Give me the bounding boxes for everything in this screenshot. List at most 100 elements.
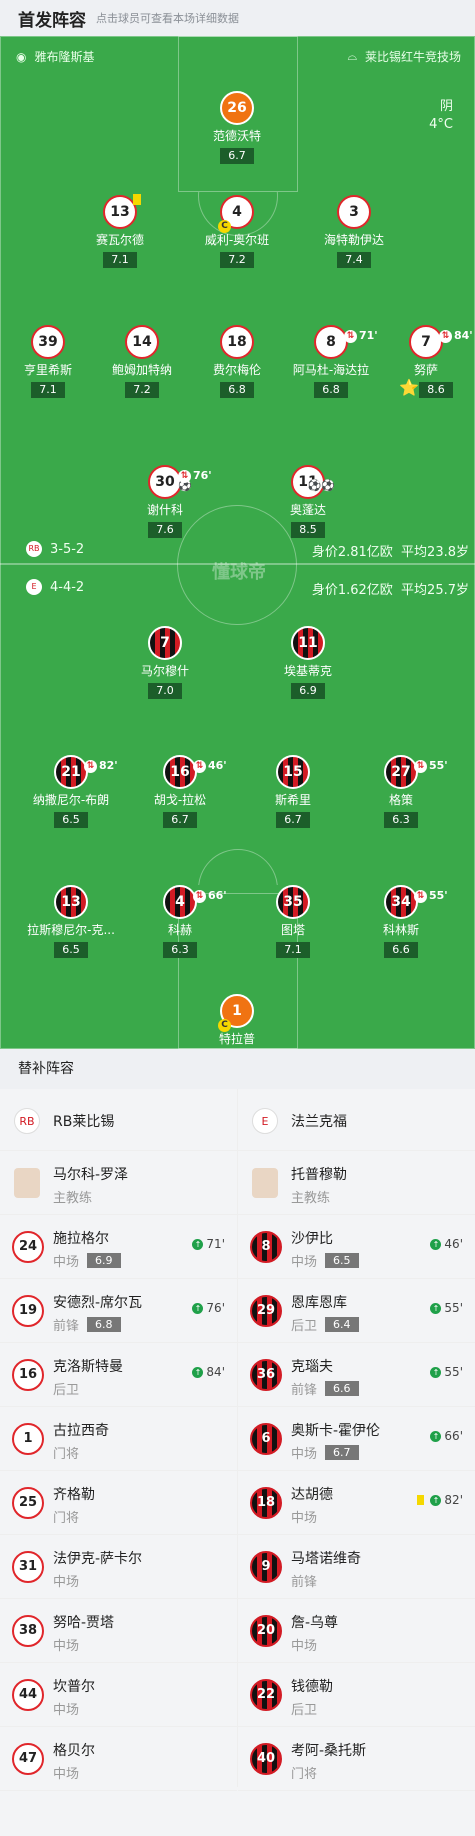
player-marker[interactable]: 4 C 威利-奥尔班 7.2 [187, 195, 287, 268]
player-marker[interactable]: 13 拉斯穆尼尔-克... 6.5 [21, 885, 121, 958]
player-name: 施拉格尔 [53, 1231, 109, 1247]
jersey-number: 34 ⇅ 55' [384, 885, 448, 919]
player-name: 费尔梅伦 [212, 363, 261, 377]
player-marker[interactable]: 4 ⇅ 66' 科赫 6.3 [130, 885, 230, 958]
player-name: 恩库恩库 [291, 1295, 347, 1311]
bench-player-row[interactable]: 8 沙伊比 中场 6.5 ↑ 46' [238, 1215, 475, 1279]
bench-team-header[interactable]: E 法兰克福 [238, 1089, 475, 1151]
jersey-number: 4 ⇅ 66' [163, 885, 227, 919]
bench-player-row[interactable]: 29 恩库恩库 后卫 6.4 ↑ 55' [238, 1279, 475, 1343]
captain-icon: C [218, 1019, 231, 1032]
bench-player-row[interactable]: 44 坎普尔 中场 [0, 1663, 237, 1727]
player-name: 埃基蒂克 [283, 664, 332, 678]
bench-player-row[interactable]: 18 达胡德 中场 ↑ 82' [238, 1471, 475, 1535]
player-marker[interactable]: 11 ⚽⚽ 奥蓬达 8.5 [258, 465, 358, 538]
player-position: 中场 6.7 [291, 1443, 359, 1462]
bench-player-row[interactable]: 20 詹-乌尊 中场 [238, 1599, 475, 1663]
bench-player-row[interactable]: 6 奥斯卡-霍伊伦 中场 6.7 ↑ 66' [238, 1407, 475, 1471]
player-position: 中场 [291, 1511, 318, 1526]
player-rating: 7.4 [337, 252, 371, 268]
player-marker[interactable]: 1C特拉普6.5 [187, 994, 287, 1049]
away-formation-info: E 4-4-2 身价1.62亿欧 平均25.7岁 [0, 579, 475, 599]
player-name: 詹-乌尊 [291, 1615, 339, 1631]
bench-player-row[interactable]: 9 马塔诺维奇 前锋 [238, 1535, 475, 1599]
player-marker[interactable]: 27 ⇅ 55' 格策 6.3 [351, 755, 451, 828]
player-name: 斯希里 [274, 793, 311, 807]
player-name: 鲍姆加特纳 [111, 363, 172, 377]
bench-player-row[interactable]: 36 克瑙夫 前锋 6.6 ↑ 55' [238, 1343, 475, 1407]
jersey-number: 14 [125, 325, 159, 359]
player-position: 后卫 [53, 1383, 80, 1398]
player-rating: 6.3 [163, 942, 197, 958]
bench-player-row[interactable]: 31 法伊克-萨卡尔 中场 [0, 1535, 237, 1599]
bench-player-row[interactable]: 22 钱德勒 后卫 [238, 1663, 475, 1727]
player-rating: 6.4 [325, 1317, 359, 1332]
bench-player-row[interactable]: 16 克洛斯特曼 后卫 ↑ 84' [0, 1343, 237, 1407]
player-rating: 6.8 [314, 382, 348, 398]
player-marker[interactable]: 26 范德沃特 6.7 [187, 91, 287, 164]
player-marker[interactable]: 15 斯希里 6.7 [243, 755, 343, 828]
player-name: 努萨 [413, 363, 438, 377]
jersey-number: 39 [31, 325, 65, 359]
player-name: 马塔诺维奇 [291, 1551, 361, 1567]
player-marker[interactable]: 30 ⚽ ⇅ 76' 谢什科 7.6 [115, 465, 215, 538]
player-marker[interactable]: 34 ⇅ 55' 科林斯 6.6 [351, 885, 451, 958]
player-marker[interactable]: 18 费尔梅伦 6.8 [187, 325, 287, 398]
jersey-number: 13 [103, 194, 141, 229]
player-marker[interactable]: 8 ⇅ 71' 阿马杜-海达拉 6.8 [281, 325, 381, 398]
bench-player-row[interactable]: 40 考阿-桑托斯 门将 [238, 1727, 475, 1791]
player-marker[interactable]: 16 ⇅ 46' 胡戈-拉松 6.7 [130, 755, 230, 828]
substitution-time: ↑ 84' [192, 1365, 225, 1379]
bench-player-row[interactable]: 19 安德烈-席尔瓦 前锋 6.8 ↑ 76' [0, 1279, 237, 1343]
player-rating: 6.8 [87, 1317, 121, 1332]
substitution-time: ↑ 55' [430, 1301, 463, 1315]
jersey-number: 1 [12, 1423, 44, 1455]
player-marker[interactable]: 11 埃基蒂克 6.9 [258, 626, 358, 699]
player-rating: 6.7 [325, 1445, 359, 1460]
coach-row[interactable]: 马尔科-罗泽 主教练 [0, 1151, 237, 1215]
jersey-number: 31 [12, 1551, 44, 1583]
sub-on-icon: ↑ [430, 1366, 442, 1378]
player-marker[interactable]: 7 马尔穆什 7.0 [115, 626, 215, 699]
coach-role: 主教练 [53, 1191, 93, 1206]
jersey-number: 16 ⇅ 46' [163, 755, 227, 789]
player-rating: 7.1 [276, 942, 310, 958]
player-marker[interactable]: 7 ⇅ 84' 努萨 ⭐ 8.6 [376, 325, 475, 398]
bench-player-row[interactable]: 24 施拉格尔 中场 6.9 ↑ 71' [0, 1215, 237, 1279]
bench-player-row[interactable]: 25 齐格勒 门将 [0, 1471, 237, 1535]
player-name: 法伊克-萨卡尔 [53, 1551, 143, 1567]
bench-team-header[interactable]: RB RB莱比锡 [0, 1089, 237, 1151]
player-position: 后卫 6.4 [291, 1315, 359, 1334]
coach-avatar [14, 1168, 40, 1198]
player-marker[interactable]: 14 鲍姆加特纳 7.2 [92, 325, 192, 398]
jersey-number: 47 [12, 1743, 44, 1775]
jersey-number: 25 [12, 1487, 44, 1519]
player-marker[interactable]: 35 图塔 7.1 [243, 885, 343, 958]
player-name: 坎普尔 [53, 1679, 95, 1695]
venue-label: ⌓ 莱比锡红牛竞技场 [347, 49, 461, 64]
bench-player-row[interactable]: 1 古拉西奇 门将 [0, 1407, 237, 1471]
bench-player-row[interactable]: 38 努哈-贾塔 中场 [0, 1599, 237, 1663]
player-rating: 7.2 [220, 252, 254, 268]
jersey-number: 21 ⇅ 82' [54, 755, 118, 789]
player-marker[interactable]: 13 赛瓦尔德 7.1 [70, 194, 170, 268]
player-marker[interactable]: 21 ⇅ 82' 纳撒尼尔-布朗 6.5 [21, 755, 121, 828]
jersey-number: 19 [12, 1295, 44, 1327]
player-rating: 6.7 [163, 812, 197, 828]
substitution-indicator: ⇅ 55' [414, 881, 448, 911]
player-name: 谢什科 [146, 503, 183, 517]
away-bench: E 法兰克福 托普穆勒 主教练 8 沙伊比 中场 6.5 ↑ 46' 29 恩库恩库 后卫 6.4 ↑ 55'… [238, 1089, 475, 1791]
substitution-indicator: ⇅ 84' [439, 321, 473, 351]
substitution-indicator: ⇅ 82' [84, 751, 118, 781]
player-name: 胡戈-拉松 [153, 793, 207, 807]
jersey-number: 15 [276, 755, 310, 789]
bench-player-row[interactable]: 47 格贝尔 中场 [0, 1727, 237, 1791]
yellow-card-icon [417, 1495, 425, 1505]
player-name: 格贝尔 [53, 1743, 95, 1759]
player-marker[interactable]: 3 海特勒伊达 7.4 [304, 195, 404, 268]
player-position: 中场 6.9 [53, 1251, 121, 1270]
player-marker[interactable]: 39 亨里希斯 7.1 [0, 325, 98, 398]
sub-off-icon: ⇅ [414, 889, 427, 903]
coach-row[interactable]: 托普穆勒 主教练 [238, 1151, 475, 1215]
player-rating: 8.6 [419, 382, 453, 398]
